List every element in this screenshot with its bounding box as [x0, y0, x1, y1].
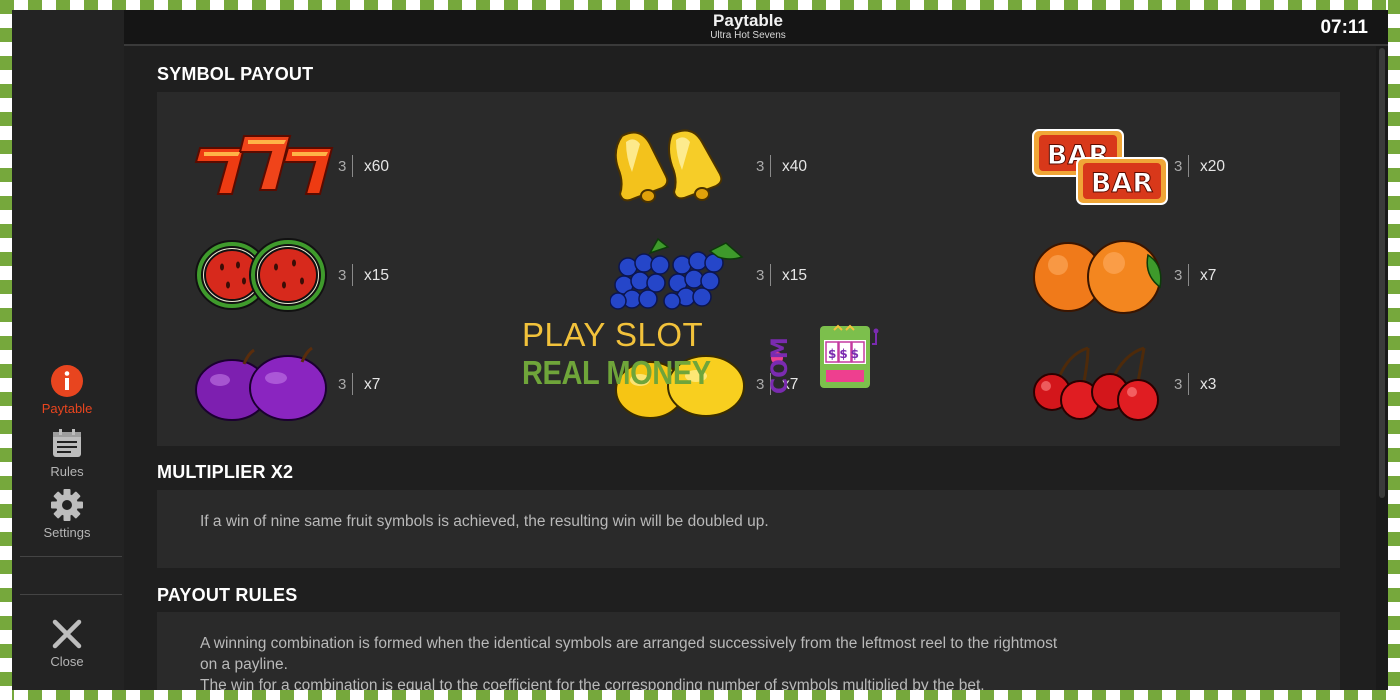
clock: 07:11 — [1320, 17, 1368, 38]
divider — [352, 373, 353, 395]
svg-text:$$$: $$$ — [828, 347, 862, 361]
symbol-count: 3 — [338, 376, 347, 393]
symbol-multiplier: x7 — [1200, 267, 1217, 284]
frame-top — [0, 0, 1400, 10]
close-button[interactable]: Close — [12, 617, 122, 669]
paytable-window: Paytable Rules Settings Close Paytable U… — [12, 10, 1388, 690]
symbol-multiplier: x7 — [364, 376, 381, 393]
grapes-symbol-icon — [610, 237, 744, 310]
divider — [1188, 155, 1189, 177]
section-title-multiplier: MULTIPLIER X2 — [157, 462, 294, 482]
scrollbar[interactable] — [1376, 46, 1388, 690]
sidebar-item-label: Settings — [43, 525, 91, 540]
watermark-logo: PLAY SLOT REAL MONEY COM $$$ — [522, 316, 902, 406]
sidebar-divider — [20, 556, 122, 557]
symbol-count: 3 — [756, 267, 765, 284]
payout-rules-line: The win for a combination is equal to th… — [200, 677, 985, 690]
bell-symbol-icon — [614, 129, 723, 203]
watermark-line1: PLAY SLOT — [522, 316, 704, 353]
close-icon — [52, 619, 82, 649]
sidebar-item-paytable[interactable]: Paytable — [12, 364, 122, 416]
sidebar-item-rules[interactable]: Rules — [12, 427, 122, 479]
multiplier-text: If a win of nine same fruit symbols is a… — [200, 513, 769, 530]
sidebar-item-label: Close — [50, 654, 84, 669]
divider — [770, 264, 771, 286]
symbol-multiplier: x60 — [364, 158, 389, 175]
symbol-multiplier: x15 — [782, 267, 807, 284]
symbol-cherry: 3 x3 — [1028, 340, 1268, 430]
payout-rules-panel: A winning combination is formed when the… — [157, 612, 1340, 690]
orange-symbol-icon — [1033, 240, 1162, 314]
symbol-count: 3 — [1174, 376, 1183, 393]
header: Paytable Ultra Hot Sevens 07:11 — [124, 10, 1388, 46]
svg-text:COM: COM — [768, 337, 793, 394]
section-title-payout-rules: PAYOUT RULES — [157, 585, 298, 605]
symbol-multiplier: x15 — [364, 267, 389, 284]
scrollbar-thumb[interactable] — [1379, 48, 1385, 498]
game-name: Ultra Hot Sevens — [710, 30, 786, 41]
gear-icon — [51, 489, 83, 521]
symbol-count: 3 — [338, 158, 347, 175]
watermark-line2: REAL MONEY — [522, 354, 711, 391]
frame-left — [0, 0, 12, 700]
symbol-count: 3 — [1174, 267, 1183, 284]
multiplier-panel: If a win of nine same fruit symbols is a… — [157, 490, 1340, 568]
divider — [1188, 264, 1189, 286]
plum-symbol-icon — [195, 346, 327, 421]
svg-text:BAR: BAR — [1091, 168, 1153, 199]
divider — [770, 155, 771, 177]
sidebar: Paytable Rules Settings Close — [12, 10, 124, 690]
section-title-symbol-payout: SYMBOL PAYOUT — [157, 64, 314, 84]
symbol-bell: 3 x40 — [610, 122, 850, 212]
sidebar-item-label: Paytable — [41, 401, 93, 416]
slot-machine-icon: $$$ — [820, 324, 879, 388]
seven-symbol-icon — [194, 135, 334, 195]
payout-rules-text: A winning combination is formed when the… — [200, 633, 1300, 690]
symbol-count: 3 — [338, 267, 347, 284]
symbol-multiplier: x40 — [782, 158, 807, 175]
sidebar-item-label: Rules — [50, 464, 84, 479]
symbol-orange: 3 x7 — [1028, 231, 1268, 321]
symbol-bar: BAR BAR 3 x20 — [1028, 122, 1268, 212]
payout-rules-line: A winning combination is formed when the… — [200, 635, 1058, 652]
divider — [1188, 373, 1189, 395]
calendar-icon — [53, 429, 81, 457]
sidebar-item-settings[interactable]: Settings — [12, 488, 122, 540]
symbol-plum: 3 x7 — [192, 340, 432, 430]
symbol-seven: 3 x60 — [192, 122, 432, 212]
symbol-multiplier: x20 — [1200, 158, 1225, 175]
divider — [352, 264, 353, 286]
frame-bottom — [0, 690, 1400, 700]
symbol-watermelon: 3 x15 — [192, 231, 432, 321]
bar-symbol-icon: BAR BAR — [1032, 129, 1168, 205]
divider — [352, 155, 353, 177]
symbol-count: 3 — [1174, 158, 1183, 175]
symbol-count: 3 — [756, 158, 765, 175]
page-title: Paytable — [713, 11, 783, 30]
frame-right — [1388, 0, 1400, 700]
sidebar-divider — [20, 594, 122, 595]
watermelon-symbol-icon — [195, 238, 327, 312]
payout-rules-line: on a payline. — [200, 656, 288, 673]
symbol-multiplier: x3 — [1200, 376, 1217, 393]
cherry-symbol-icon — [1033, 346, 1159, 421]
info-icon — [51, 365, 83, 397]
watermark-com: COM — [768, 337, 793, 394]
symbol-grapes: 3 x15 — [610, 231, 850, 321]
